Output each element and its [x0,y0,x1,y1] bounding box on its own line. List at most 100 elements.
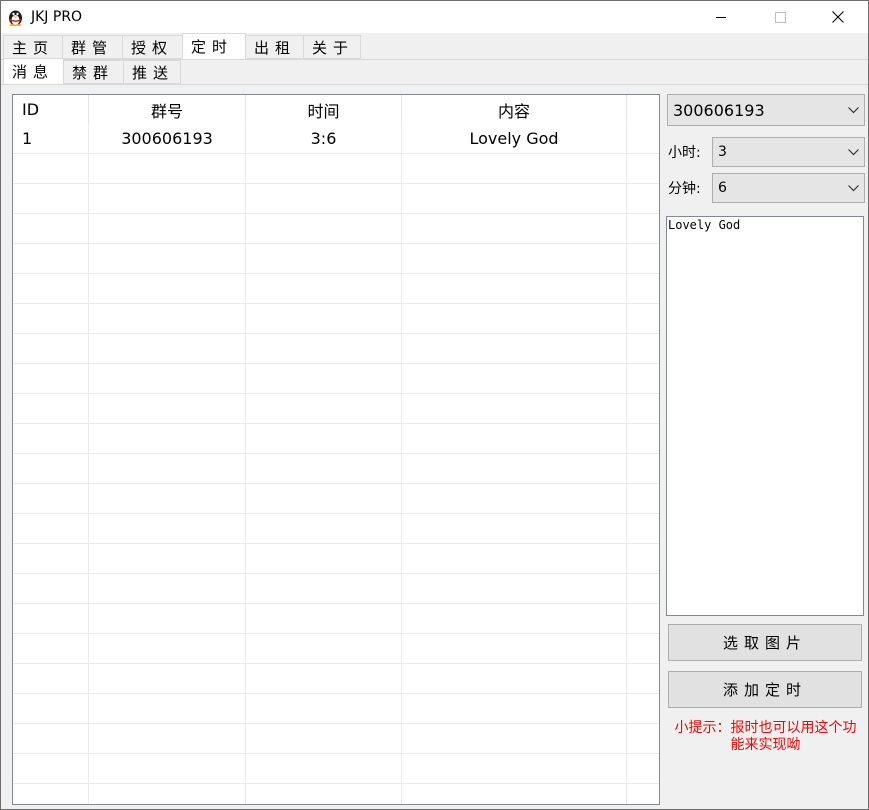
empty-cell [627,454,659,483]
empty-cell [13,184,89,213]
close-button[interactable] [815,1,861,33]
table-row-empty [13,364,659,394]
table-row-empty [13,514,659,544]
tab-about[interactable]: 关于 [303,35,361,59]
empty-cell [13,664,89,693]
column-header-filler [627,95,659,124]
empty-cell [402,694,627,723]
empty-cell [627,514,659,543]
hour-select[interactable]: 3 [712,137,865,167]
table-row-empty [13,634,659,664]
empty-cell [246,454,402,483]
empty-cell [402,664,627,693]
empty-cell [627,784,659,804]
empty-cell [246,154,402,183]
empty-cell [13,154,89,183]
empty-cell [627,694,659,723]
empty-cell [89,334,246,363]
empty-cell [89,484,246,513]
maximize-button[interactable] [757,1,803,33]
empty-cell [402,484,627,513]
chevron-down-icon [842,148,864,156]
table-row-empty [13,724,659,754]
window-title: JKJ PRO [31,9,83,25]
table-row-empty [13,214,659,244]
table-row[interactable]: 1 300606193 3:6 Lovely God [13,124,659,154]
empty-cell [246,244,402,273]
tab-group-manage[interactable]: 群管 [62,35,123,59]
penguin-icon [7,8,24,26]
table-row-empty [13,334,659,364]
message-textarea[interactable]: Lovely God [666,216,864,616]
tab-message[interactable]: 消息 [3,58,64,84]
empty-cell [89,454,246,483]
tab-rent[interactable]: 出租 [245,35,304,59]
empty-cell [246,784,402,804]
table-row-empty [13,754,659,784]
empty-cell [246,424,402,453]
empty-cell [627,334,659,363]
schedule-grid[interactable]: ID 群号 时间 内容 1 300606193 3:6 Lovely God [12,94,660,805]
group-select[interactable]: 300606193 [667,94,865,126]
empty-cell [13,634,89,663]
tab-schedule[interactable]: 定时 [182,33,246,59]
empty-cell [246,334,402,363]
table-row-empty [13,544,659,574]
empty-cell [89,634,246,663]
empty-cell [402,154,627,183]
column-header-id[interactable]: ID [13,95,89,124]
empty-cell [402,334,627,363]
empty-cell [246,514,402,543]
empty-cell [402,544,627,573]
empty-cell [89,544,246,573]
empty-cell [246,724,402,753]
add-timer-button[interactable]: 添加定时 [668,671,862,708]
empty-cell [627,724,659,753]
empty-cell [89,754,246,783]
tab-home[interactable]: 主页 [3,35,63,59]
empty-cell [89,514,246,543]
empty-cell [89,424,246,453]
minimize-button[interactable] [698,1,744,33]
close-icon [832,11,844,23]
empty-cell [89,724,246,753]
table-row-empty [13,244,659,274]
tab-ban-group[interactable]: 禁群 [63,60,124,84]
table-row-empty [13,574,659,604]
tab-push[interactable]: 推送 [123,60,181,84]
empty-cell [89,184,246,213]
empty-cell [246,664,402,693]
table-row-empty [13,424,659,454]
empty-cell [627,274,659,303]
table-row-empty [13,784,659,804]
hour-label: 小时: [668,145,701,161]
tab-authorize[interactable]: 授权 [122,35,183,59]
grid-body: 1 300606193 3:6 Lovely God [13,124,659,804]
empty-cell [627,424,659,453]
select-image-button[interactable]: 选取图片 [668,624,862,661]
column-header-content[interactable]: 内容 [402,95,627,124]
empty-cell [89,394,246,423]
empty-cell [402,304,627,333]
empty-cell [13,244,89,273]
empty-cell [89,574,246,603]
empty-cell [89,154,246,183]
empty-cell [89,364,246,393]
empty-cell [13,424,89,453]
group-select-value: 300606193 [673,100,765,120]
minute-label: 分钟: [668,181,701,197]
minimize-icon [715,12,727,23]
empty-cell [246,274,402,303]
empty-cell [246,184,402,213]
empty-cell [13,784,89,804]
table-row-empty [13,664,659,694]
empty-cell [13,484,89,513]
empty-cell [402,574,627,603]
empty-cell [627,604,659,633]
empty-cell [89,244,246,273]
minute-select[interactable]: 6 [712,173,865,203]
column-header-time[interactable]: 时间 [246,95,402,124]
column-header-group[interactable]: 群号 [89,95,246,124]
empty-cell [402,364,627,393]
title-bar[interactable]: JKJ PRO [1,1,868,33]
